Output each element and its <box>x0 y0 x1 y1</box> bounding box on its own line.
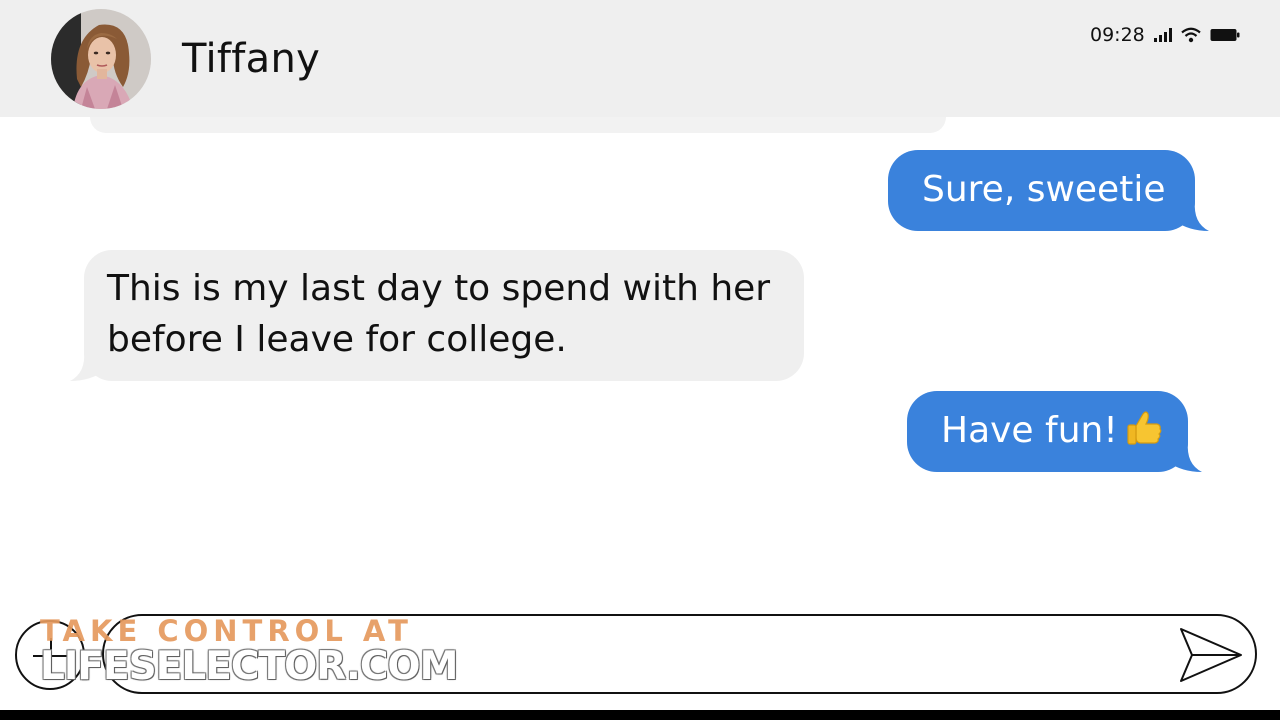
message-composer <box>0 610 1280 700</box>
message-text-line: before I leave for college. <box>107 319 567 360</box>
contact-photo <box>51 9 151 109</box>
message-input[interactable] <box>102 614 1257 694</box>
outgoing-message[interactable]: Have fun! <box>907 391 1202 472</box>
wifi-icon <box>1181 27 1201 43</box>
plus-icon[interactable] <box>15 620 85 690</box>
bubble-tail <box>1167 442 1202 472</box>
outgoing-message[interactable]: Sure, sweetie <box>888 150 1210 231</box>
message-text-line: This is my last day to spend with her <box>107 268 771 309</box>
message-text: Have fun! <box>941 410 1118 451</box>
contact-avatar[interactable] <box>51 9 151 109</box>
status-time: 09:28 <box>1090 24 1145 46</box>
status-bar: 09:28 <box>1090 23 1240 47</box>
contact-name: Tiffany <box>182 36 321 82</box>
chat-header: Tiffany 09:28 <box>0 0 1280 117</box>
incoming-message[interactable]: This is my last day to spend with her be… <box>70 250 805 381</box>
message-thread[interactable]: Sure, sweetie This is my last day to spe… <box>0 117 1280 597</box>
bubble-tail <box>70 351 104 381</box>
bubble-tail <box>1175 201 1210 231</box>
thumbs-up-icon <box>1127 411 1162 445</box>
bottom-bar <box>0 710 1280 720</box>
battery-icon <box>1210 29 1240 41</box>
signal-icon <box>1153 28 1172 42</box>
send-icon[interactable] <box>1178 626 1244 684</box>
previous-message-fragment <box>90 117 946 133</box>
message-text: Sure, sweetie <box>922 169 1166 210</box>
